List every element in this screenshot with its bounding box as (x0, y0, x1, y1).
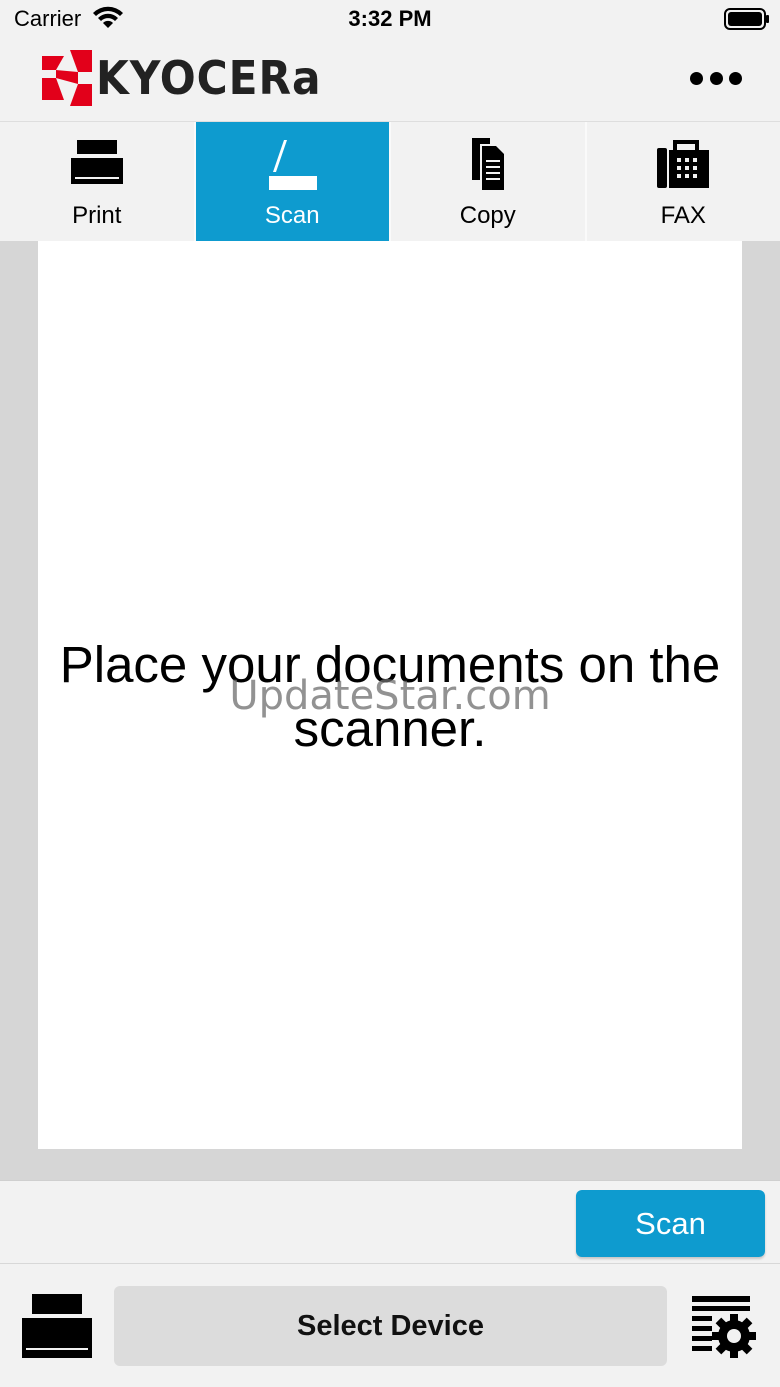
kyocera-logo-icon (42, 50, 92, 106)
copy-icon (471, 138, 504, 190)
printer-icon (70, 140, 123, 184)
app-header: KYOCERa (0, 40, 780, 122)
status-time: 3:32 PM (348, 6, 432, 31)
more-horizontal-icon (690, 71, 703, 85)
more-options-button[interactable] (684, 58, 748, 98)
more-dot (709, 71, 723, 85)
more-dot (729, 71, 742, 85)
watermark: UpdateStar.com (229, 673, 551, 719)
tab-fax[interactable]: FAX (587, 122, 780, 241)
tab-scan[interactable]: Scan (195, 122, 391, 241)
battery-icon (724, 8, 769, 30)
tab-copy-label: Copy (459, 202, 516, 229)
document-settings-icon[interactable] (690, 1294, 758, 1360)
function-tab-bar: Print Scan Copy FAX (0, 122, 780, 241)
scan-button[interactable]: Scan (576, 1190, 765, 1257)
fax-icon (657, 140, 710, 188)
tab-print[interactable]: Print (0, 122, 196, 241)
scan-preview-page: Place your documents on the scanner. Upd… (38, 241, 742, 1149)
action-bar: Scan (0, 1180, 780, 1264)
tab-copy[interactable]: Copy (391, 122, 587, 241)
printer-icon[interactable] (20, 1294, 94, 1360)
tab-print-label: Print (72, 202, 122, 229)
tab-fax-label: FAX (660, 202, 706, 229)
scanner-icon (269, 140, 318, 190)
scan-preview-area: Place your documents on the scanner. Upd… (0, 241, 780, 1180)
select-device-button[interactable]: Select Device (114, 1286, 667, 1366)
tab-scan-label: Scan (264, 202, 320, 229)
status-bar: Carrier 3:32 PM (0, 0, 780, 40)
kyocera-logo-text: KYOCERa (96, 51, 322, 105)
bottom-bar: Select Device (0, 1264, 780, 1387)
